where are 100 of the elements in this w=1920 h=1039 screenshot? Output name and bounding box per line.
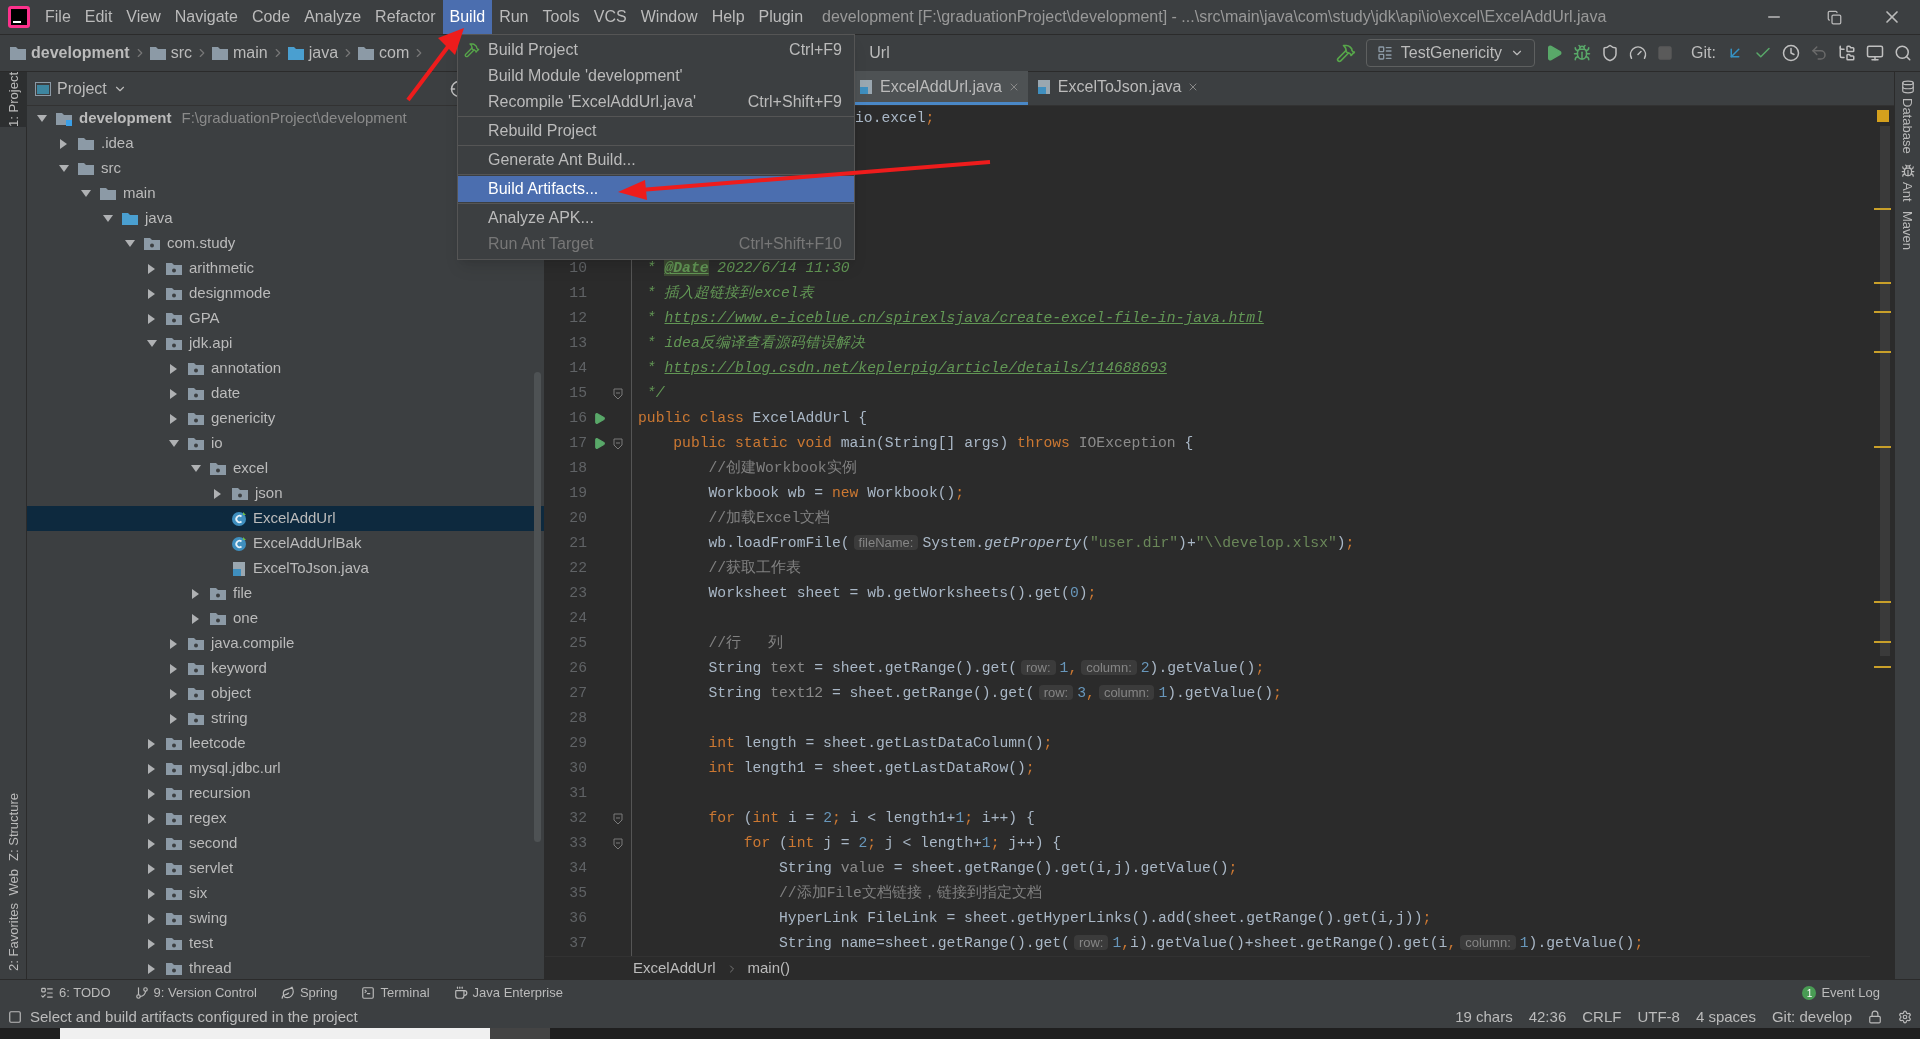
inspector-icon[interactable]: [1898, 1010, 1912, 1024]
menu-item[interactable]: Refactor: [368, 0, 443, 34]
scrollbar[interactable]: [534, 372, 541, 842]
tree-item[interactable]: keyword: [27, 656, 544, 681]
collapsed-arrow-icon[interactable]: [191, 613, 201, 624]
breadcrumb-item[interactable]: main(): [747, 957, 791, 979]
tool-window-button[interactable]: Spring: [280, 983, 338, 1003]
tree-item[interactable]: genericity: [27, 406, 544, 431]
status-item[interactable]: 4 spaces: [1695, 1005, 1756, 1029]
tree-item[interactable]: swing: [27, 906, 544, 931]
tree-item[interactable]: GPA: [27, 306, 544, 331]
menu-item[interactable]: Run: [492, 0, 536, 34]
expanded-arrow-icon[interactable]: [125, 238, 135, 249]
collapsed-arrow-icon[interactable]: [147, 888, 157, 899]
tree-item[interactable]: servlet: [27, 856, 544, 881]
lock-icon[interactable]: [1868, 1010, 1882, 1024]
breadcrumb-item[interactable]: Url: [869, 41, 890, 65]
menu-item[interactable]: Tools: [535, 0, 587, 34]
tool-window-button[interactable]: 6: TODO: [40, 983, 111, 1003]
collapsed-arrow-icon[interactable]: [147, 963, 157, 974]
tree-item[interactable]: string: [27, 706, 544, 731]
tool-window-tab[interactable]: Database: [1897, 80, 1918, 154]
tree-item[interactable]: jdk.api: [27, 331, 544, 356]
build-hammer-icon[interactable]: [1335, 43, 1356, 63]
breadcrumb-item[interactable]: com: [379, 41, 410, 65]
menu-item[interactable]: Build: [442, 0, 493, 34]
profile-icon[interactable]: [1629, 44, 1648, 62]
menu-item[interactable]: Help: [704, 0, 752, 34]
tree-item[interactable]: leetcode: [27, 731, 544, 756]
collapsed-arrow-icon[interactable]: [59, 138, 69, 149]
menu-item[interactable]: Navigate: [167, 0, 245, 34]
collapsed-arrow-icon[interactable]: [147, 813, 157, 824]
status-item[interactable]: UTF-8: [1637, 1005, 1680, 1029]
menu-item[interactable]: Build Project Ctrl+F9: [458, 37, 854, 63]
tool-window-tab[interactable]: Maven: [1897, 211, 1918, 251]
tree-item[interactable]: io: [27, 431, 544, 456]
debug-icon[interactable]: [1573, 44, 1592, 62]
coverage-icon[interactable]: [1601, 44, 1620, 62]
run-icon[interactable]: [1545, 44, 1564, 62]
tree-item[interactable]: java.compile: [27, 631, 544, 656]
project-view-dropdown[interactable]: Project: [35, 76, 127, 101]
breadcrumb-item[interactable]: src: [170, 41, 192, 65]
expanded-arrow-icon[interactable]: [81, 188, 91, 199]
collapsed-arrow-icon[interactable]: [147, 913, 157, 924]
status-item[interactable]: CRLF: [1582, 1005, 1622, 1029]
breadcrumb-item[interactable]: java: [308, 41, 339, 65]
run-config-dropdown[interactable]: TestGenericity: [1365, 39, 1536, 67]
expanded-arrow-icon[interactable]: [169, 438, 179, 449]
run-gutter-icon[interactable]: [592, 412, 606, 425]
breadcrumb-item[interactable]: ExcelAddUrl: [633, 957, 716, 979]
collapsed-arrow-icon[interactable]: [147, 763, 157, 774]
terminal-window-icon[interactable]: [1866, 44, 1884, 62]
tree-item[interactable]: test: [27, 931, 544, 956]
tool-window-button[interactable]: Terminal: [361, 983, 430, 1003]
collapsed-arrow-icon[interactable]: [169, 413, 179, 424]
breadcrumb-item[interactable]: development: [31, 41, 130, 65]
tool-window-button[interactable]: Java Enterprise: [453, 983, 563, 1003]
search-icon[interactable]: [1894, 44, 1912, 62]
collapsed-arrow-icon[interactable]: [169, 713, 179, 724]
fold-marker-icon[interactable]: [613, 812, 623, 825]
collapsed-arrow-icon[interactable]: [147, 313, 157, 324]
tree-item[interactable]: second: [27, 831, 544, 856]
menu-item[interactable]: Window: [633, 0, 705, 34]
tree-item[interactable]: arithmetic: [27, 256, 544, 281]
collapsed-arrow-icon[interactable]: [147, 788, 157, 799]
expanded-arrow-icon[interactable]: [37, 113, 47, 124]
tree-item[interactable]: regex: [27, 806, 544, 831]
collapsed-arrow-icon[interactable]: [147, 288, 157, 299]
tool-window-tab[interactable]: Ant: [1897, 163, 1918, 202]
expanded-arrow-icon[interactable]: [147, 338, 157, 349]
history-icon[interactable]: [1782, 44, 1800, 62]
menu-item[interactable]: Analyze APK...: [458, 205, 854, 231]
tree-item[interactable]: mysql.jdbc.url: [27, 756, 544, 781]
tree-item[interactable]: file: [27, 581, 544, 606]
menu-item[interactable]: VCS: [586, 0, 634, 34]
tree-item[interactable]: designmode: [27, 281, 544, 306]
tree-item[interactable]: object: [27, 681, 544, 706]
expanded-arrow-icon[interactable]: [191, 463, 201, 474]
menu-item[interactable]: View: [119, 0, 168, 34]
menu-item[interactable]: Edit: [77, 0, 120, 34]
tree-item[interactable]: thread: [27, 956, 544, 979]
tree-item[interactable]: ExcelToJson.java: [27, 556, 544, 581]
expanded-arrow-icon[interactable]: [103, 213, 113, 224]
breadcrumb-item[interactable]: main: [233, 41, 268, 65]
event-log-button[interactable]: 1 Event Log: [1802, 983, 1880, 1003]
fold-marker-icon[interactable]: [613, 437, 623, 450]
collapsed-arrow-icon[interactable]: [169, 388, 179, 399]
tree-item[interactable]: date: [27, 381, 544, 406]
collapsed-arrow-icon[interactable]: [169, 663, 179, 674]
status-item[interactable]: Git: develop: [1771, 1005, 1852, 1029]
tool-window-tab[interactable]: Web: [0, 868, 27, 896]
collapsed-arrow-icon[interactable]: [147, 863, 157, 874]
editor-tab[interactable]: ExcelToJson.java: [1027, 71, 1208, 105]
tree-item[interactable]: ExcelAddUrl: [27, 506, 544, 531]
collapsed-arrow-icon[interactable]: [147, 838, 157, 849]
collapsed-arrow-icon[interactable]: [191, 588, 201, 599]
tree-item[interactable]: recursion: [27, 781, 544, 806]
tree-item[interactable]: six: [27, 881, 544, 906]
tool-window-button[interactable]: 9: Version Control: [134, 983, 257, 1003]
tree-item[interactable]: excel: [27, 456, 544, 481]
